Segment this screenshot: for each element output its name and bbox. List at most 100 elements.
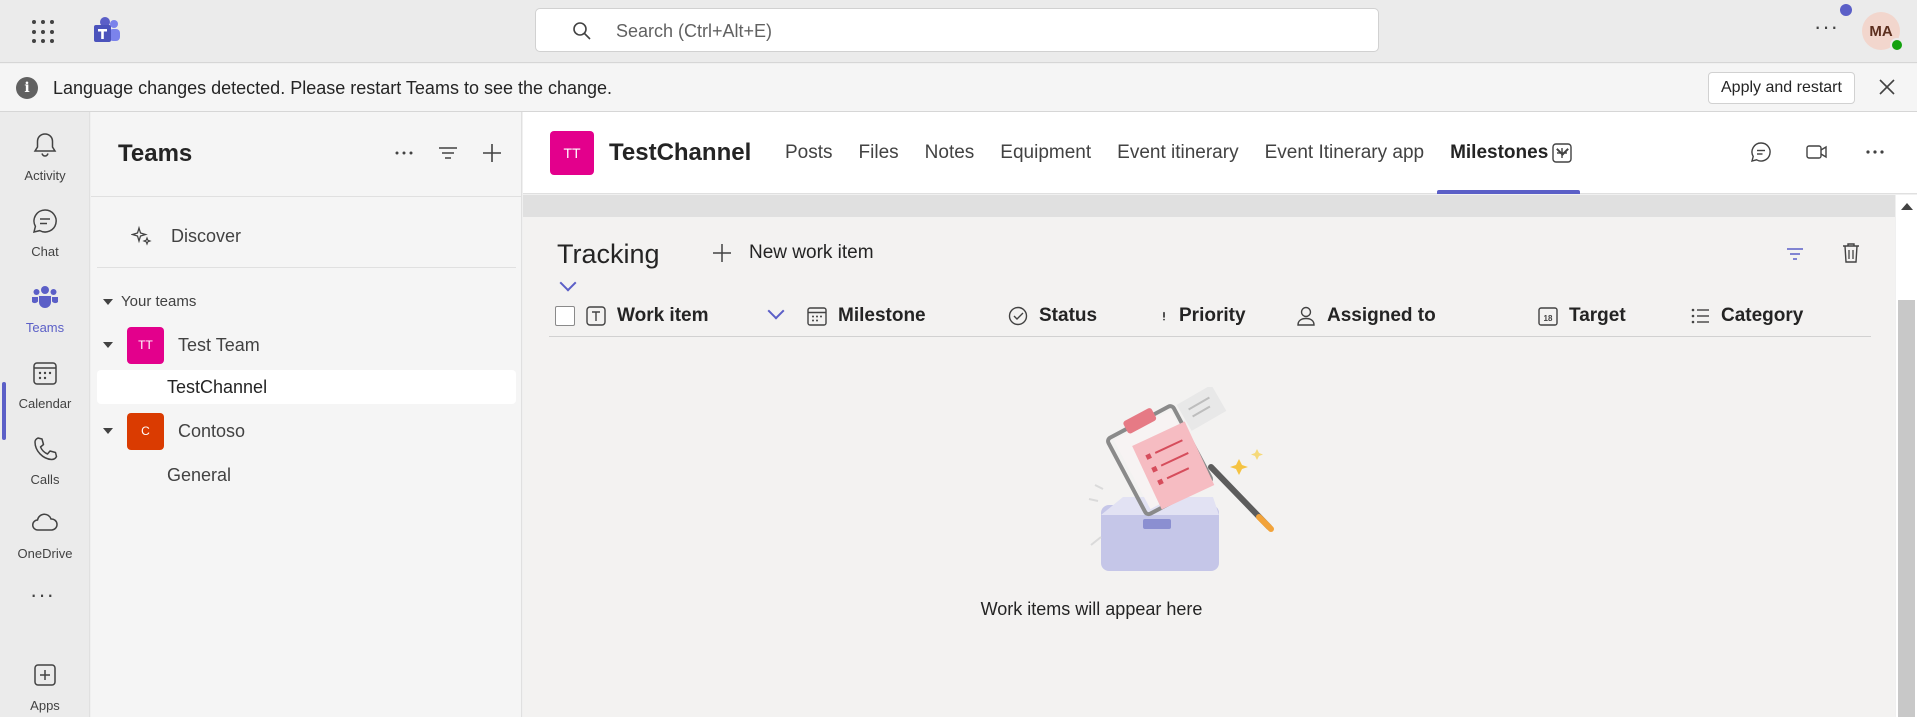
rail-item-calendar[interactable]: Calendar — [0, 350, 90, 422]
team-name: Test Team — [178, 334, 260, 355]
text-type-icon — [586, 306, 606, 326]
divider — [91, 196, 522, 197]
column-label: Work item — [617, 305, 709, 326]
divider — [97, 267, 516, 268]
teams-pane: Teams Discover Your teams TT Test Team T… — [91, 112, 522, 717]
status-icon — [1008, 306, 1028, 326]
scrollbar-thumb[interactable] — [1898, 300, 1915, 717]
tab-equipment[interactable]: Equipment — [987, 112, 1104, 194]
tab-files[interactable]: Files — [846, 112, 912, 194]
chat-icon — [32, 209, 57, 234]
teams-icon — [32, 286, 58, 308]
teams-logo-icon — [94, 17, 120, 42]
column-status[interactable]: Status — [1007, 305, 1097, 327]
empty-state-illustration — [1088, 387, 1274, 571]
tab-posts[interactable]: Posts — [772, 112, 846, 194]
team-avatar: TT — [127, 326, 164, 364]
tracking-content: Tracking New work item Work item Milesto… — [523, 217, 1895, 717]
info-icon: i — [16, 77, 38, 99]
column-label: Milestone — [838, 305, 926, 326]
search-input[interactable]: Search (Ctrl+Alt+E) — [535, 8, 1379, 52]
new-work-item-label: New work item — [749, 242, 874, 263]
scrollbar[interactable] — [1896, 195, 1917, 717]
tracking-title: Tracking — [557, 239, 660, 269]
select-all-checkbox[interactable] — [555, 306, 575, 326]
column-label: Priority — [1179, 305, 1246, 326]
empty-state-message: Work items will appear here — [980, 599, 1203, 619]
channel-header: TT TestChannel Posts Files Notes Equipme… — [523, 112, 1917, 194]
search-placeholder: Search (Ctrl+Alt+E) — [616, 21, 773, 41]
discover-label: Discover — [171, 225, 242, 246]
more-icon[interactable] — [393, 142, 415, 164]
rail-item-onedrive[interactable]: OneDrive — [0, 500, 90, 572]
filter-icon[interactable] — [437, 142, 459, 164]
team-row-contoso[interactable]: C Contoso — [103, 412, 245, 450]
phone-icon — [34, 437, 58, 461]
delete-icon[interactable] — [1840, 241, 1862, 265]
team-name: Contoso — [178, 420, 246, 441]
rail-item-chat[interactable]: Chat — [0, 198, 90, 270]
rail-item-activity[interactable]: Activity — [0, 122, 90, 194]
tab-notes[interactable]: Notes — [912, 112, 988, 194]
rail-label-activity: Activity — [24, 168, 66, 183]
main-area: TT TestChannel Posts Files Notes Equipme… — [523, 112, 1917, 717]
your-teams-header[interactable]: Your teams — [103, 293, 196, 310]
rail-label-chat: Chat — [31, 244, 59, 259]
tab-event-itinerary[interactable]: Event itinerary — [1104, 112, 1251, 194]
rail-label-apps: Apps — [30, 698, 60, 713]
column-work-item[interactable]: Work item — [585, 305, 709, 327]
rail-item-apps[interactable]: Apps — [0, 652, 90, 717]
new-work-item-button[interactable]: New work item — [711, 242, 874, 264]
column-label: Target — [1569, 305, 1626, 326]
conversation-icon[interactable] — [1749, 140, 1773, 164]
close-icon[interactable] — [1876, 76, 1898, 98]
bell-icon — [33, 133, 57, 157]
caret-down-icon — [103, 342, 113, 348]
more-apps-icon[interactable]: ··· — [30, 582, 55, 608]
pane-actions — [393, 142, 503, 164]
video-camera-icon[interactable] — [1797, 140, 1839, 164]
channel-tabs: Posts Files Notes Equipment Event itiner… — [772, 112, 1581, 194]
avatar[interactable]: MA — [1862, 12, 1904, 52]
column-assigned-to[interactable]: Assigned to — [1295, 305, 1436, 327]
plus-icon — [713, 244, 731, 262]
info-banner: i Language changes detected. Please rest… — [0, 64, 1917, 112]
sparkle-icon — [131, 225, 152, 246]
tab-event-itinerary-app[interactable]: Event Itinerary app — [1252, 112, 1437, 194]
cloud-icon — [32, 513, 58, 531]
add-icon[interactable] — [481, 142, 503, 164]
rail-item-teams[interactable]: Teams — [0, 274, 90, 346]
channel-item-testchannel[interactable]: TestChannel — [97, 370, 516, 404]
scroll-up-icon[interactable] — [1901, 203, 1913, 210]
team-avatar: C — [127, 412, 164, 450]
content-top-strip — [523, 195, 1895, 217]
team-row-test-team[interactable]: TT Test Team — [103, 326, 260, 364]
column-label: Category — [1721, 305, 1804, 326]
rail-item-calls[interactable]: Calls — [0, 426, 90, 498]
channel-avatar: TT — [550, 131, 594, 175]
filter-icon[interactable] — [1784, 243, 1806, 265]
column-label: Status — [1039, 305, 1098, 326]
more-options-icon[interactable]: ··· — [1814, 14, 1839, 40]
caret-down-icon — [103, 298, 113, 305]
rail-label-calls: Calls — [30, 472, 60, 487]
your-teams-label: Your teams — [121, 293, 197, 310]
column-priority[interactable]: Priority — [1159, 305, 1246, 327]
chevron-down-icon[interactable] — [767, 302, 785, 320]
calendar-icon — [33, 362, 57, 385]
channel-item-general[interactable]: General — [97, 458, 516, 492]
header-actions — [1749, 140, 1887, 164]
rail-label-teams: Teams — [25, 320, 65, 335]
app-launcher-icon[interactable] — [32, 20, 56, 44]
rail-label-onedrive: OneDrive — [17, 546, 73, 561]
column-milestone[interactable]: Milestone — [806, 305, 926, 327]
discover-link[interactable]: Discover — [131, 222, 241, 250]
priority-icon — [1163, 311, 1165, 321]
more-icon[interactable] — [1863, 140, 1887, 164]
apply-and-restart-button[interactable]: Apply and restart — [1708, 72, 1855, 104]
chevron-down-icon[interactable] — [559, 274, 577, 292]
column-target[interactable]: 18 Target — [1537, 305, 1626, 327]
add-tab-icon[interactable] — [1551, 142, 1573, 164]
column-category[interactable]: Category — [1689, 305, 1803, 327]
person-icon — [1297, 306, 1315, 326]
